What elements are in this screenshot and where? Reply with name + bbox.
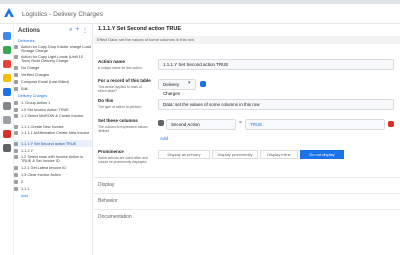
list-item[interactable]: Action for Copy Drop Insider charge Load…	[14, 44, 92, 54]
action-icon	[14, 148, 18, 153]
do-this-label: Do this	[98, 98, 114, 103]
left-rail	[0, 24, 14, 255]
list-item[interactable]: Verified Charges	[14, 71, 92, 78]
automation-icon[interactable]	[3, 74, 11, 82]
prominence-primary-button[interactable]: Display as primary	[158, 150, 210, 159]
data-icon[interactable]	[3, 32, 11, 40]
settings-icon[interactable]	[3, 102, 11, 110]
app-header: Logistics - Delivery Charges	[0, 4, 400, 24]
action-icon	[14, 72, 18, 77]
group-delivery-charges[interactable]: Delivery Charges	[14, 92, 92, 99]
prominence-label: Prominence	[98, 149, 124, 154]
security-icon[interactable]	[3, 88, 11, 96]
action-icon	[14, 165, 18, 170]
search-icon[interactable]: ⌕	[69, 27, 72, 34]
group-deliveries[interactable]: Deliveries	[14, 37, 92, 44]
list-item[interactable]: 1.3 Clear Invoice Action	[14, 171, 92, 178]
edit-icon[interactable]	[200, 81, 206, 87]
actions-panel-title: Actions	[18, 27, 41, 34]
drag-handle-icon[interactable]	[158, 120, 164, 126]
action-name-help: A unique name for this action	[98, 66, 142, 70]
prominence-prominent-button[interactable]: Display prominently	[212, 150, 258, 159]
divider	[94, 209, 400, 210]
action-icon	[14, 79, 18, 84]
list-item[interactable]: Compose Email (Last Billed)	[14, 78, 92, 85]
list-item[interactable]: 1.2 Select rows with Invoice Action is T…	[14, 154, 92, 164]
action-title: 1.1.1.Y Set Second action TRUE	[98, 26, 182, 32]
divider	[94, 193, 400, 194]
section-documentation[interactable]: Documentation	[98, 214, 132, 220]
action-icon	[14, 107, 18, 112]
action-icon	[14, 155, 18, 159]
list-item[interactable]: 1.1.2.Y	[14, 147, 92, 154]
actions-icon[interactable]	[3, 60, 11, 68]
actions-panel-header: Actions ⌕ + ⋮	[14, 24, 92, 37]
actions-panel: Actions ⌕ + ⋮ Deliveries Action for Copy…	[14, 24, 93, 255]
expression-input[interactable]: TRUE	[245, 119, 385, 130]
prominence-do-not-display-button[interactable]: Do not display	[300, 150, 344, 159]
chevron-down-icon: ▾	[188, 80, 191, 86]
action-icon	[14, 131, 18, 135]
set-columns-help: The column to expression values defined	[98, 125, 148, 133]
add-action-label: Add	[21, 193, 28, 198]
app-window: Logistics - Delivery Charges Actions ⌕ +…	[0, 0, 400, 255]
add-action-link[interactable]: Add	[14, 192, 92, 199]
action-icon	[14, 114, 18, 118]
manage-icon[interactable]	[3, 116, 11, 124]
action-name-input[interactable]: 1.1.1.Y Set Second action TRUE	[158, 59, 394, 70]
add-icon[interactable]: +	[75, 27, 79, 34]
add-column-button[interactable]: Add	[160, 136, 168, 141]
record-table-help: This action applies to rows of which tab…	[98, 85, 142, 93]
prominence-help: Some actions are used often and should b…	[98, 156, 148, 164]
action-icon	[14, 86, 18, 91]
appsheet-logo-icon	[4, 8, 14, 17]
list-item[interactable]: 1.2.1 Get Latest Invoice ID	[14, 164, 92, 171]
list-item[interactable]: Edit	[14, 85, 92, 92]
action-icon	[14, 186, 18, 191]
list-item[interactable]: No Charge	[14, 64, 92, 71]
list-item[interactable]: 1.1.1 Create New Invoice	[14, 123, 92, 130]
action-icon	[14, 141, 18, 146]
list-item[interactable]: 1.1.1.1 ArAlternative Create New Invoice	[14, 130, 92, 140]
list-item[interactable]: Action for Copy Light Loads (Until 15 To…	[14, 54, 92, 64]
prominence-inline-button[interactable]: Display inline	[260, 150, 298, 159]
section-display[interactable]: Display	[98, 182, 114, 188]
more-icon[interactable]: ⋮	[82, 27, 88, 34]
app-title: Logistics - Delivery Charges	[22, 11, 103, 18]
column-select[interactable]: Second Action	[166, 119, 236, 130]
alert-icon[interactable]	[3, 130, 11, 138]
divider	[94, 177, 400, 178]
do-this-select[interactable]: Data: set the values of some columns in …	[158, 99, 394, 110]
list-item-selected[interactable]: 1.1.1.Y Set Second action TRUE	[14, 140, 92, 147]
action-icon	[14, 65, 18, 70]
panel-tools: ⌕ + ⋮	[69, 27, 92, 34]
views-icon[interactable]	[3, 46, 11, 54]
effect-banner: Effect Data: set the values of some colu…	[94, 36, 400, 44]
equals-sign: =	[239, 120, 242, 126]
action-icon	[14, 179, 18, 184]
action-name-label: Action name	[98, 59, 126, 64]
list-item[interactable]: 1.1 Select MinROW & Create Invoice	[14, 113, 92, 123]
action-icon	[14, 55, 18, 59]
user-icon[interactable]	[3, 144, 11, 152]
action-icon	[14, 124, 18, 129]
list-item[interactable]: 1.0 Set Invoice Action TRUE	[14, 106, 92, 113]
editor-pane: 1.1.1.Y Set Second action TRUE Effect Da…	[94, 24, 400, 255]
record-table-label: For a record of this table	[98, 78, 151, 83]
list-item[interactable]: 3.1.1	[14, 185, 92, 192]
do-this-help: The type of action to perform	[98, 105, 142, 109]
delete-icon[interactable]	[388, 121, 394, 127]
set-columns-label: Set these columns	[98, 118, 138, 123]
list-item[interactable]: 2.	[14, 178, 92, 185]
list-item[interactable]: 1. Group Action 1	[14, 99, 92, 106]
action-icon	[14, 45, 18, 49]
action-icon	[14, 100, 18, 105]
section-behavior[interactable]: Behavior	[98, 198, 118, 204]
action-icon	[14, 172, 18, 177]
